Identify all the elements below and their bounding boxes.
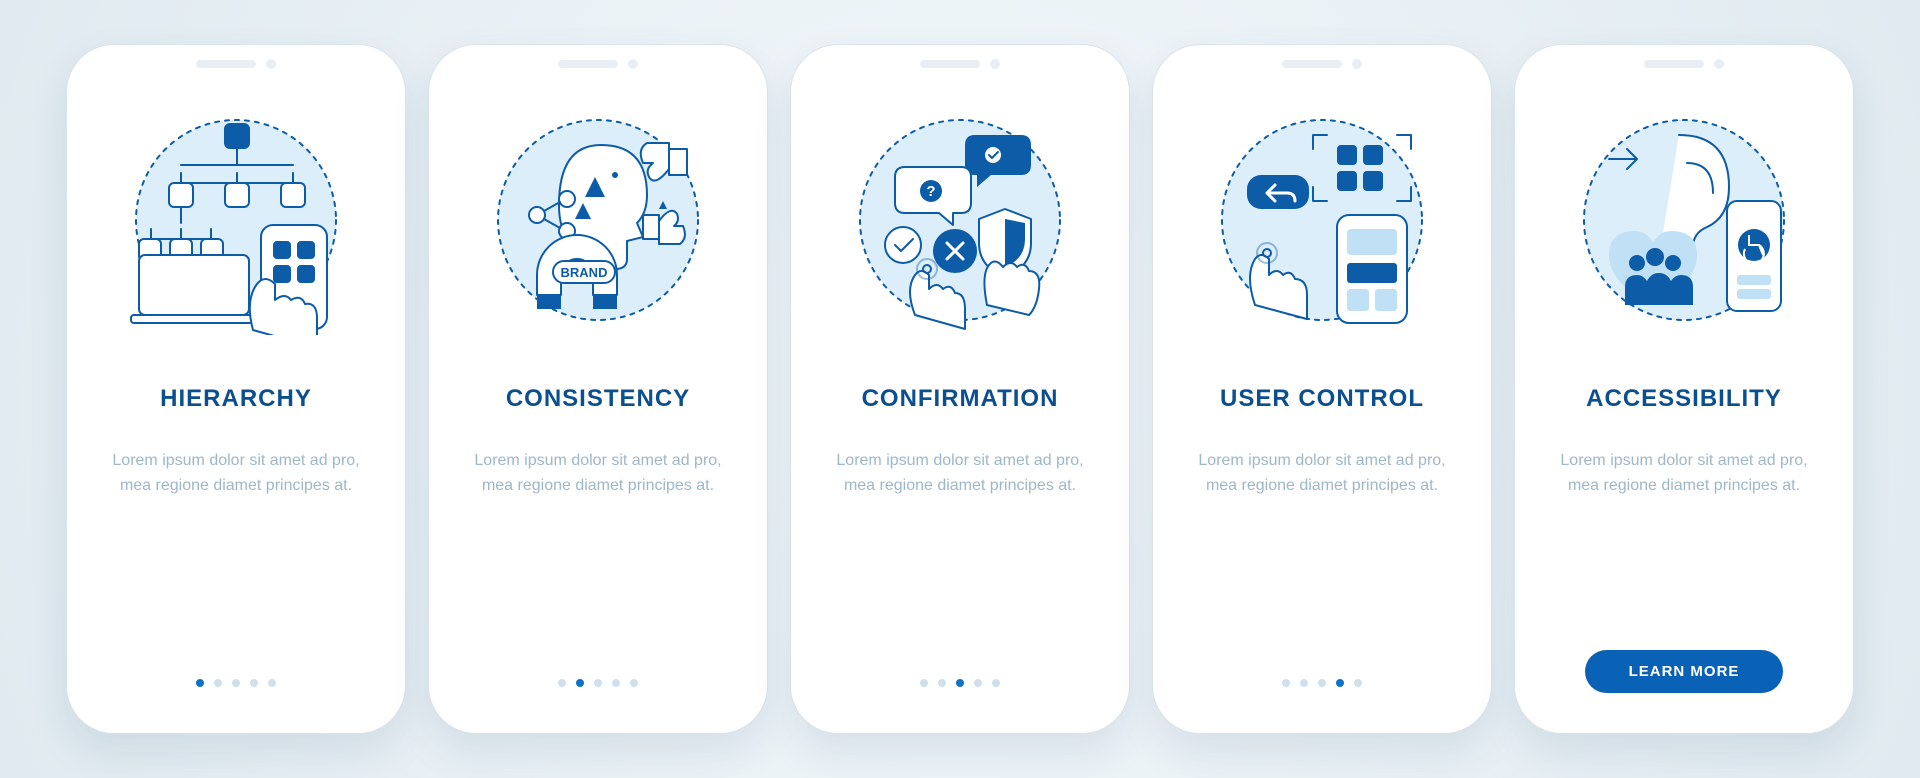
screen-desc: Lorem ipsum dolor sit amet ad pro, mea r… bbox=[1554, 449, 1814, 499]
dot-1[interactable] bbox=[576, 679, 584, 687]
phone-notch bbox=[558, 59, 638, 69]
screen-desc: Lorem ipsum dolor sit amet ad pro, mea r… bbox=[468, 449, 728, 499]
dot-2[interactable] bbox=[1318, 679, 1326, 687]
screen-title: ACCESSIBILITY bbox=[1586, 385, 1782, 413]
hierarchy-icon bbox=[121, 105, 351, 335]
dot-4[interactable] bbox=[630, 679, 638, 687]
screen-title: HIERARCHY bbox=[160, 385, 312, 413]
onboarding-screen-confirmation: ? CONFIRMATION Lorem ipsum dolor sit ame… bbox=[790, 44, 1130, 734]
svg-text:?: ? bbox=[926, 183, 935, 200]
dot-1[interactable] bbox=[938, 679, 946, 687]
screen-desc: Lorem ipsum dolor sit amet ad pro, mea r… bbox=[1192, 449, 1452, 499]
screen-title: USER CONTROL bbox=[1220, 385, 1424, 413]
screen-title: CONFIRMATION bbox=[862, 385, 1059, 413]
page-dots[interactable] bbox=[1282, 679, 1362, 693]
dot-1[interactable] bbox=[1300, 679, 1308, 687]
dot-0[interactable] bbox=[1282, 679, 1290, 687]
dot-3[interactable] bbox=[1336, 679, 1344, 687]
svg-text:BRAND: BRAND bbox=[561, 265, 608, 280]
screen-desc: Lorem ipsum dolor sit amet ad pro, mea r… bbox=[106, 449, 366, 499]
learn-more-button[interactable]: LEARN MORE bbox=[1585, 650, 1784, 693]
phone-notch bbox=[196, 59, 276, 69]
dot-4[interactable] bbox=[268, 679, 276, 687]
page-dots[interactable] bbox=[558, 679, 638, 693]
onboarding-screen-hierarchy: HIERARCHY Lorem ipsum dolor sit amet ad … bbox=[66, 44, 406, 734]
dot-3[interactable] bbox=[612, 679, 620, 687]
screen-title: CONSISTENCY bbox=[506, 385, 690, 413]
phone-notch bbox=[920, 59, 1000, 69]
onboarding-screen-accessibility: ACCESSIBILITY Lorem ipsum dolor sit amet… bbox=[1514, 44, 1854, 734]
dot-2[interactable] bbox=[956, 679, 964, 687]
screen-desc: Lorem ipsum dolor sit amet ad pro, mea r… bbox=[830, 449, 1090, 499]
phone-notch bbox=[1282, 59, 1362, 69]
dot-3[interactable] bbox=[974, 679, 982, 687]
dot-0[interactable] bbox=[196, 679, 204, 687]
onboarding-row: HIERARCHY Lorem ipsum dolor sit amet ad … bbox=[66, 44, 1854, 734]
onboarding-screen-user-control: USER CONTROL Lorem ipsum dolor sit amet … bbox=[1152, 44, 1492, 734]
consistency-icon: BRAND bbox=[483, 105, 713, 335]
user-control-icon bbox=[1207, 105, 1437, 335]
dot-1[interactable] bbox=[214, 679, 222, 687]
dot-2[interactable] bbox=[232, 679, 240, 687]
dot-0[interactable] bbox=[558, 679, 566, 687]
accessibility-icon bbox=[1569, 105, 1799, 335]
dot-4[interactable] bbox=[992, 679, 1000, 687]
onboarding-screen-consistency: BRAND CONSISTENCY Lorem ipsum dolor sit … bbox=[428, 44, 768, 734]
page-dots[interactable] bbox=[920, 679, 1000, 693]
phone-notch bbox=[1644, 59, 1724, 69]
dot-2[interactable] bbox=[594, 679, 602, 687]
confirmation-icon: ? bbox=[845, 105, 1075, 335]
page-dots[interactable] bbox=[196, 679, 276, 693]
dot-3[interactable] bbox=[250, 679, 258, 687]
dot-4[interactable] bbox=[1354, 679, 1362, 687]
dot-0[interactable] bbox=[920, 679, 928, 687]
